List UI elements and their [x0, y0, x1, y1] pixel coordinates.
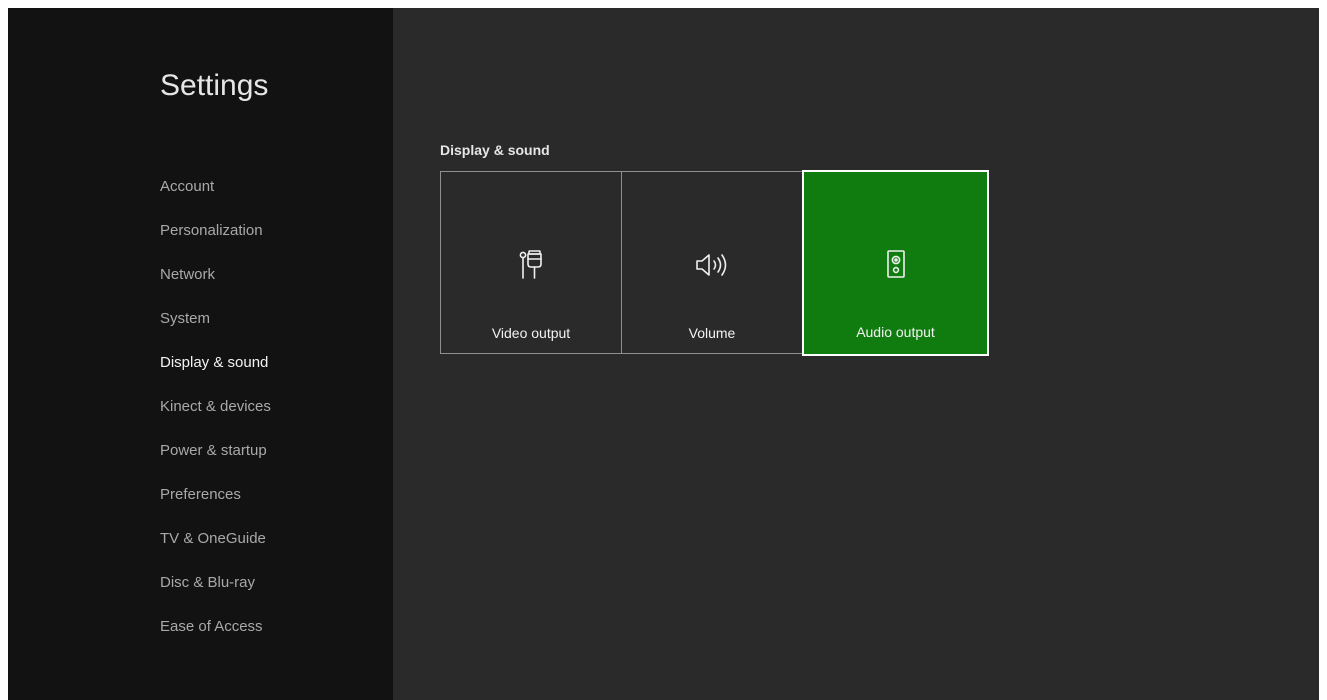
settings-screen: Settings Account Personalization Network… [8, 8, 1319, 700]
settings-tile-group: Video output Volume Audio output [440, 170, 989, 356]
sidebar-item-network[interactable]: Network [160, 264, 271, 308]
sidebar-item-power-and-startup[interactable]: Power & startup [160, 440, 271, 484]
audio-speaker-box-icon [804, 247, 987, 281]
volume-label: Volume [688, 325, 736, 341]
volume-tile[interactable]: Volume [621, 171, 803, 354]
sidebar-item-ease-of-access[interactable]: Ease of Access [160, 616, 271, 660]
audio-output-tile[interactable]: Audio output [802, 170, 989, 356]
settings-nav: Account Personalization Network System D… [160, 176, 271, 660]
volume-speaker-icon [622, 248, 802, 282]
sidebar-item-display-and-sound[interactable]: Display & sound [160, 352, 271, 396]
settings-sidebar: Settings Account Personalization Network… [8, 8, 393, 700]
video-output-label: Video output [491, 325, 571, 341]
settings-content: Display & sound Video output Volume Audi… [393, 8, 1319, 700]
sidebar-item-preferences[interactable]: Preferences [160, 484, 271, 528]
sidebar-item-tv-and-oneguide[interactable]: TV & OneGuide [160, 528, 271, 572]
sidebar-item-disc-and-blu-ray[interactable]: Disc & Blu-ray [160, 572, 271, 616]
page-title: Settings [160, 69, 269, 102]
sidebar-item-kinect-and-devices[interactable]: Kinect & devices [160, 396, 271, 440]
sidebar-item-system[interactable]: System [160, 308, 271, 352]
audio-output-label: Audio output [856, 324, 935, 340]
video-output-tile[interactable]: Video output [440, 171, 622, 354]
sidebar-item-account[interactable]: Account [160, 176, 271, 220]
section-title: Display & sound [440, 142, 550, 158]
sidebar-item-personalization[interactable]: Personalization [160, 220, 271, 264]
video-output-connector-icon [441, 248, 621, 282]
